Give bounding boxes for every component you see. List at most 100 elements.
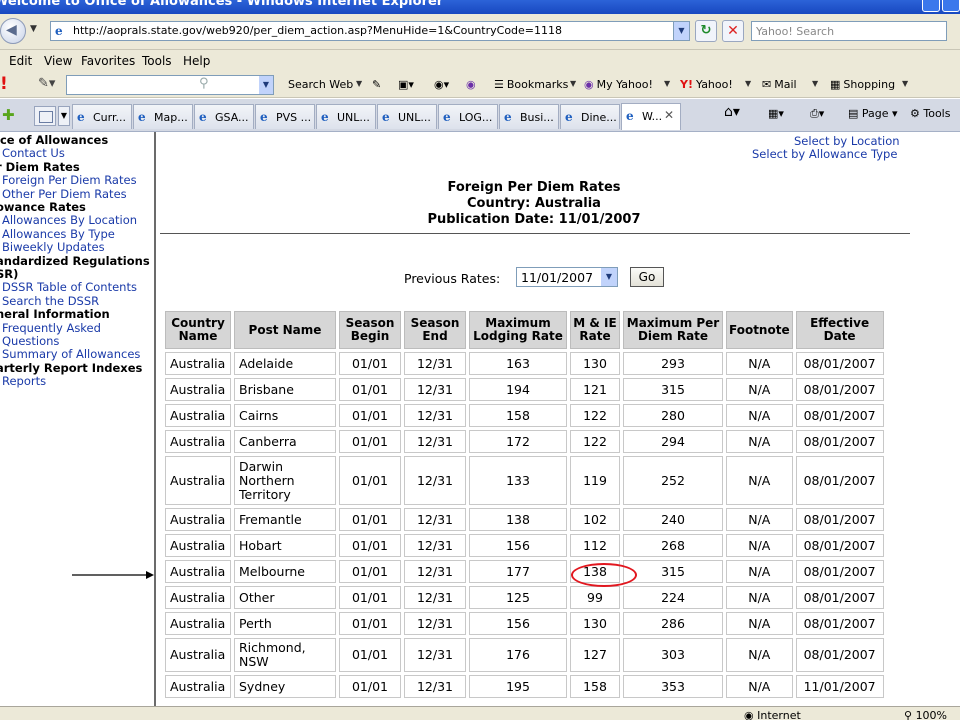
sidebar-link[interactable]: Other Per Diem Rates — [2, 187, 127, 201]
highlight-pen-icon[interactable]: ✎ — [372, 78, 381, 91]
yahoo-button[interactable]: Y! Yahoo! — [680, 78, 733, 91]
tab-0[interactable]: e Curr... — [72, 104, 132, 129]
menu-edit[interactable]: Edit — [9, 54, 32, 68]
form-icon[interactable]: ▣▾ — [398, 78, 414, 91]
back-button[interactable]: ◀ — [0, 18, 26, 44]
search-web-dropdown-icon[interactable]: ▼ — [356, 79, 362, 88]
globe-zone-icon: ◉ — [744, 709, 754, 720]
sidebar-link[interactable]: Allowances By Type — [2, 227, 115, 241]
refresh-button[interactable]: ↻ — [695, 20, 717, 42]
lodging-rate-cell: 163 — [469, 352, 567, 375]
sidebar-link[interactable]: Summary of Allowances — [2, 348, 140, 361]
main-content: Select by Location Select by Allowance T… — [158, 132, 960, 706]
season-end-cell: 12/31 — [404, 560, 466, 583]
tab-2[interactable]: e GSA... — [194, 104, 254, 129]
tools-menu-button[interactable]: ⚙ Tools — [910, 107, 950, 120]
sidebar-link[interactable]: Foreign Per Diem Rates — [2, 174, 137, 187]
tab-4[interactable]: e UNL... — [316, 104, 376, 129]
sidebar-link[interactable]: DSSR Table of Contents — [2, 281, 137, 294]
post-name-text: Territory — [239, 486, 291, 502]
sidebar-link[interactable]: Reports — [2, 375, 46, 388]
menu-bar: Edit View Favorites Tools Help — [0, 50, 960, 72]
menu-favorites[interactable]: Favorites — [81, 54, 135, 68]
bookmarks-dropdown-icon[interactable]: ▼ — [570, 79, 576, 88]
select-by-allowance-type-link[interactable]: Select by Allowance Type — [752, 147, 897, 161]
favorites-star-icon[interactable]: ✚ — [2, 106, 15, 124]
effective-date-cell: 08/01/2007 — [795, 378, 884, 401]
post-name-text: Canberra — [239, 433, 297, 449]
yahoo-logo-icon[interactable]: ! — [0, 74, 8, 94]
column-header-text: Footnote — [729, 322, 790, 337]
post-name-text: Brisbane — [239, 381, 294, 397]
tab-6[interactable]: e LOG... — [438, 104, 498, 129]
ie-tab-icon: e — [321, 110, 329, 124]
select-by-location-link[interactable]: Select by Location — [794, 134, 900, 148]
address-url[interactable]: http://aoprals.state.gov/web920/per_diem… — [73, 24, 562, 37]
messenger-icon[interactable]: ◉ — [466, 78, 476, 91]
search-web-label: Search Web — [288, 78, 354, 91]
search-web-button[interactable]: Search Web — [288, 78, 353, 91]
refresh-icon: ↻ — [700, 23, 712, 38]
my-yahoo-dropdown-icon[interactable]: ▼ — [664, 79, 670, 88]
mail-dropdown-icon[interactable]: ▼ — [812, 79, 818, 88]
address-field[interactable]: e http://aoprals.state.gov/web920/per_di… — [50, 21, 690, 41]
sidebar-link[interactable]: Contact Us — [2, 147, 65, 160]
search-input[interactable]: Yahoo! Search — [751, 21, 947, 41]
address-dropdown-icon[interactable]: ▼ — [673, 22, 689, 40]
season-begin-cell: 01/01 — [339, 508, 401, 531]
column-header-text: Post Name — [248, 322, 322, 337]
pencil-icon[interactable]: ✎▾ — [38, 76, 55, 91]
tab-label: Dine... — [581, 111, 617, 124]
sidebar-link[interactable]: Search the DSSR — [2, 294, 99, 308]
yahoo-search-input[interactable]: ⚲ ▼ — [66, 75, 274, 95]
country-cell: Australia — [165, 534, 231, 557]
my-yahoo-button[interactable]: ◉ My Yahoo! — [584, 78, 653, 91]
sidebar-link[interactable]: Frequently Asked — [2, 321, 101, 335]
column-header: Season Begin — [339, 311, 401, 349]
menu-help[interactable]: Help — [183, 54, 210, 68]
yahoo-dropdown-icon[interactable]: ▼ — [745, 79, 751, 88]
tab-3[interactable]: e PVS ... — [255, 104, 315, 129]
tab-7[interactable]: e Busi... — [499, 104, 559, 129]
minimize-button[interactable] — [922, 0, 940, 12]
shopping-button[interactable]: ▦ Shopping — [830, 78, 895, 91]
lodging-rate-cell: 156 — [469, 534, 567, 557]
mie-rate-cell: 122 — [570, 404, 620, 427]
close-tab-icon[interactable]: ✕ — [664, 108, 674, 122]
globe-icon[interactable]: ◉▾ — [434, 78, 449, 91]
print-icon[interactable]: ⎙▾ — [810, 107, 824, 121]
country-cell: Australia — [165, 560, 231, 583]
page-menu-button[interactable]: ▤ Page ▾ — [848, 107, 898, 120]
tools-menu-label: Tools — [923, 107, 951, 120]
stop-button[interactable]: ✕ — [722, 20, 744, 42]
previous-rates-select[interactable]: 11/01/2007 ▼ — [516, 267, 618, 287]
sidebar-link[interactable]: Biweekly Updates — [2, 241, 105, 254]
mail-button[interactable]: ✉ Mail — [762, 78, 797, 91]
go-button[interactable]: Go — [630, 267, 664, 287]
sidebar-link[interactable]: Allowances By Location — [2, 214, 137, 227]
left-navigation: ice of Allowances Contact Us r Diem Rates F… — [0, 132, 156, 706]
yahoo-toolbar: ! ✎▾ ⚲ ▼ Search Web ▼ ✎ ▣▾ ◉▾ ◉ ☰ Bookmar… — [0, 72, 960, 98]
quick-tabs-icon[interactable] — [34, 106, 56, 126]
ie-tab-icon: e — [77, 110, 85, 124]
chevron-down-icon[interactable]: ▼ — [601, 268, 617, 286]
mie-rate-cell: 127 — [570, 638, 620, 672]
tab-list-dropdown-icon[interactable]: ▼ — [58, 106, 70, 126]
sidebar-link[interactable]: Questions — [2, 335, 59, 348]
tab-active[interactable]: e W... ✕ — [621, 103, 681, 130]
zoom-level[interactable]: ⚲ 100% — [904, 709, 947, 720]
maximize-button[interactable] — [942, 0, 960, 12]
menu-view[interactable]: View — [44, 54, 72, 68]
tab-5[interactable]: e UNL... — [377, 104, 437, 129]
post-name-cell: Brisbane — [234, 378, 336, 401]
home-icon[interactable]: ⌂▾ — [724, 104, 740, 120]
yahoo-search-dropdown-icon[interactable]: ▼ — [259, 76, 273, 94]
tab-1[interactable]: e Map... — [133, 104, 193, 129]
tab-8[interactable]: e Dine... — [560, 104, 620, 129]
feeds-icon[interactable]: ▦▾ — [768, 107, 784, 120]
ie-tab-icon: e — [138, 110, 146, 124]
bookmarks-button[interactable]: ☰ Bookmarks — [494, 78, 568, 91]
history-dropdown-icon[interactable]: ▼ — [30, 24, 37, 34]
menu-tools[interactable]: Tools — [142, 54, 172, 68]
shopping-dropdown-icon[interactable]: ▼ — [902, 79, 908, 88]
